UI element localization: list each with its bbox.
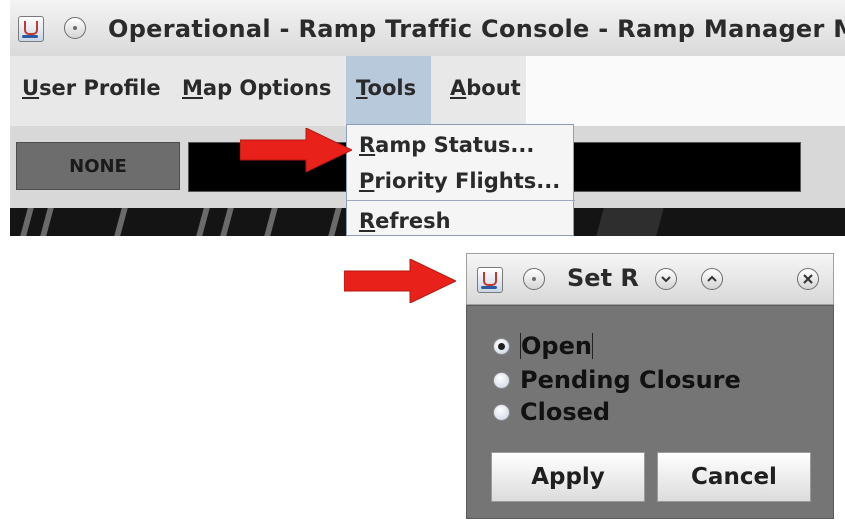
maximize-icon[interactable]: [701, 268, 723, 290]
map-line: [264, 208, 278, 236]
cancel-button[interactable]: Cancel: [657, 452, 811, 502]
menu-user-profile[interactable]: User Profile: [22, 76, 161, 100]
menu-item-label: riority Flights...: [374, 169, 561, 193]
mnemonic: U: [22, 76, 40, 100]
mnemonic: M: [182, 76, 203, 100]
window-title: Operational - Ramp Traffic Console - Ram…: [108, 15, 845, 43]
mnemonic: A: [450, 76, 467, 100]
menu-label: ser Profile: [39, 76, 161, 100]
apply-button[interactable]: Apply: [491, 452, 645, 502]
java-app-icon[interactable]: [477, 267, 503, 293]
map-line: [220, 208, 234, 236]
menu-item-priority-flights[interactable]: Priority Flights...: [359, 169, 560, 193]
main-window: Operational - Ramp Traffic Console - Ram…: [10, 0, 845, 236]
red-arrow-icon: [344, 259, 456, 303]
map-line: [40, 208, 54, 236]
map-line: [596, 208, 664, 236]
radio-label: Closed: [520, 398, 611, 426]
map-line: [328, 208, 342, 236]
menu-bar: User Profile Map Options Tools About: [10, 56, 845, 126]
radio-pending-closure[interactable]: Pending Closure: [493, 366, 741, 394]
radio-closed[interactable]: Closed: [493, 398, 610, 426]
radio-button[interactable]: [493, 337, 510, 355]
tools-dropdown-menu: Ramp Status... Priority Flights... Refre…: [346, 124, 575, 236]
menu-item-label: efresh: [375, 209, 451, 233]
menu-separator: [347, 200, 575, 201]
radio-label: Pending Closure: [520, 366, 741, 394]
map-line: [20, 208, 34, 236]
java-app-icon[interactable]: [18, 16, 44, 42]
radio-label: Open: [521, 332, 592, 360]
menu-about[interactable]: About: [450, 76, 521, 100]
mnemonic: R: [359, 133, 376, 157]
dialog-title: Set R: [567, 264, 639, 292]
window-menu-icon[interactable]: [523, 268, 545, 290]
radio-button[interactable]: [493, 371, 510, 389]
menu-item-label: amp Status...: [375, 133, 535, 157]
set-ramp-status-dialog: Set R Open Pending Closure Closed Apply …: [466, 253, 834, 519]
minimize-icon[interactable]: [655, 268, 677, 290]
radio-button[interactable]: [493, 403, 510, 421]
map-line: [114, 208, 128, 236]
radio-open[interactable]: Open: [493, 332, 593, 360]
close-icon[interactable]: [797, 268, 819, 290]
title-bar: Operational - Ramp Traffic Console - Ram…: [10, 0, 845, 57]
menu-label: ools: [367, 76, 417, 100]
status-box[interactable]: NONE: [16, 142, 180, 190]
menu-tools[interactable]: Tools: [356, 76, 416, 100]
window-menu-icon[interactable]: [64, 17, 86, 39]
menu-label: bout: [466, 76, 521, 100]
map-line: [196, 208, 210, 236]
red-arrow-icon: [240, 128, 352, 172]
mnemonic: P: [359, 169, 375, 193]
menu-map-options[interactable]: Map Options: [182, 76, 331, 100]
dialog-body: Open Pending Closure Closed Apply Cancel: [466, 305, 834, 519]
menu-item-ramp-status[interactable]: Ramp Status...: [359, 133, 534, 157]
menu-item-refresh[interactable]: Refresh: [359, 209, 451, 233]
dialog-title-bar: Set R: [466, 253, 834, 305]
menu-bar-empty: [526, 56, 845, 126]
menu-label: ap Options: [202, 76, 332, 100]
focus-indicator: [591, 333, 593, 359]
mnemonic: R: [359, 209, 376, 233]
mnemonic: T: [356, 76, 368, 100]
